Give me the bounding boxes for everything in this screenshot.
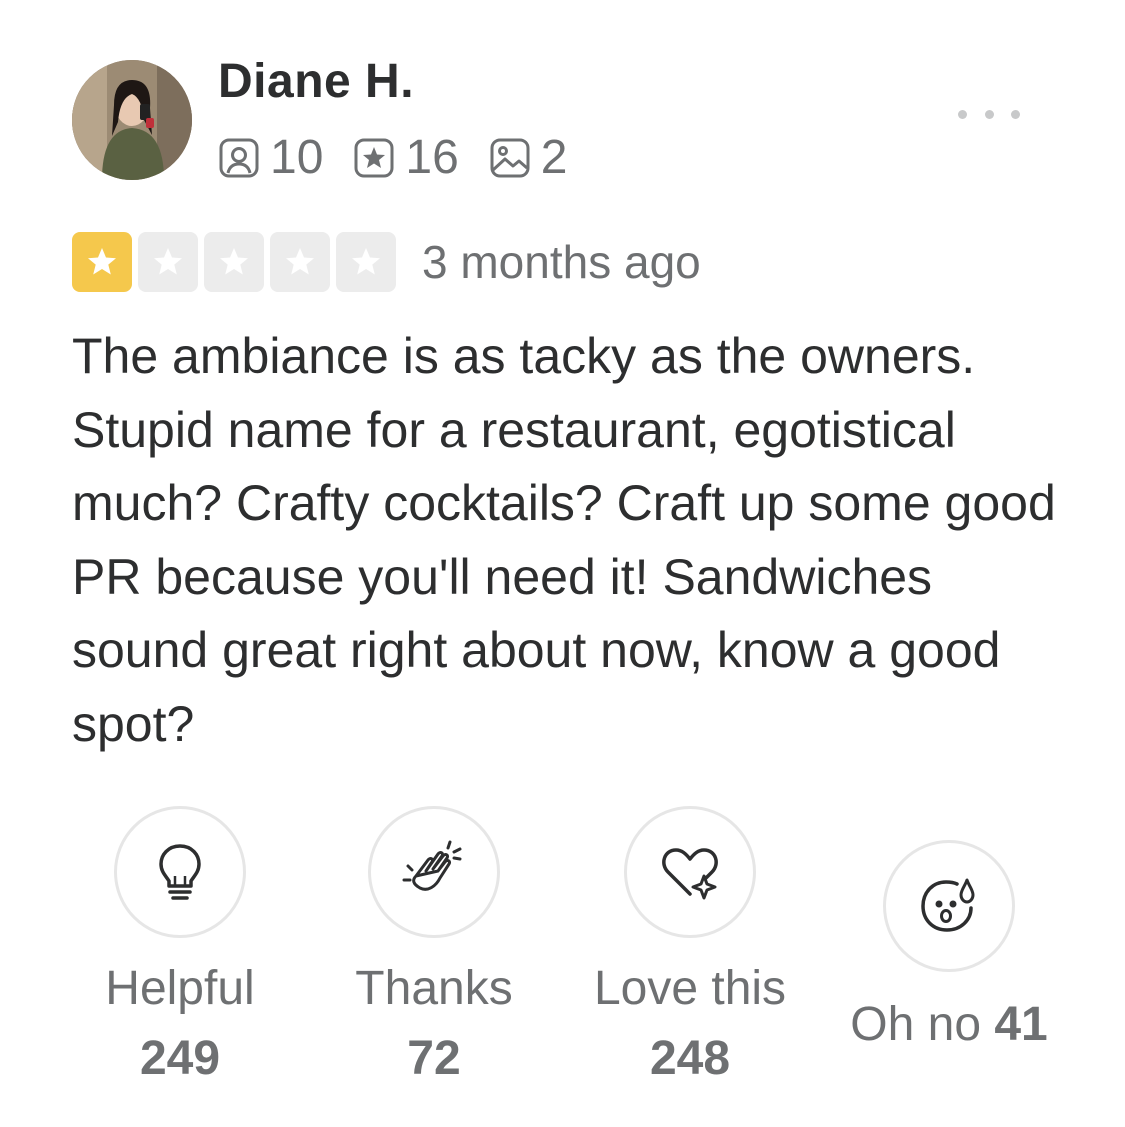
user-stats: 10 16 2	[218, 130, 597, 186]
star-icon	[286, 248, 314, 275]
star-rating-5	[336, 232, 396, 292]
reaction-love-count: 248	[649, 1032, 731, 1085]
rating-row: 3 months ago	[72, 232, 701, 292]
star-rating-1	[72, 232, 132, 292]
photos-stat: 2	[489, 130, 568, 186]
reaction-love-label: Love this 248	[580, 954, 800, 1094]
review-star-icon	[353, 137, 395, 179]
reviews-stat: 16	[353, 130, 459, 186]
lightbulb-icon	[159, 844, 201, 900]
reaction-oh-no-label: Oh no 41	[834, 990, 1064, 1060]
avatar[interactable]	[72, 60, 192, 180]
reaction-love-button[interactable]: Love this 248	[580, 806, 800, 1094]
more-dot-icon	[1011, 109, 1020, 119]
star-rating-4	[270, 232, 330, 292]
star-icon	[220, 248, 248, 275]
review-time: 3 months ago	[422, 236, 701, 288]
reaction-helpful-label: Helpful 249	[70, 954, 290, 1094]
surprised-face-icon	[921, 878, 975, 932]
star-icon	[154, 248, 182, 275]
star-icon	[352, 248, 380, 275]
reaction-thanks-circle[interactable]	[368, 806, 500, 938]
friends-icon	[218, 137, 260, 179]
review-text: The ambiance is as tacky as the owners. …	[72, 328, 1056, 752]
reaction-thanks-text: Thanks	[355, 962, 513, 1015]
reaction-oh-no-text: Oh no	[850, 998, 982, 1051]
reaction-oh-no-circle[interactable]	[883, 840, 1015, 972]
photos-count: 2	[540, 131, 568, 184]
reaction-oh-no-count: 41	[994, 998, 1048, 1051]
friends-count: 10	[270, 131, 324, 184]
star-rating-3	[204, 232, 264, 292]
reaction-helpful-circle[interactable]	[114, 806, 246, 938]
reaction-love-text: Love this	[593, 962, 787, 1015]
reaction-thanks-label: Thanks 72	[324, 954, 544, 1094]
star-rating-2	[138, 232, 198, 292]
reaction-love-circle[interactable]	[624, 806, 756, 938]
user-name[interactable]: Diane H.	[218, 54, 414, 109]
reaction-helpful-button[interactable]: Helpful 249	[70, 806, 290, 1094]
reaction-helpful-text: Helpful	[105, 962, 255, 1015]
more-options-button[interactable]	[954, 96, 1024, 132]
reaction-thanks-count: 72	[407, 1032, 461, 1085]
reaction-oh-no-button[interactable]: Oh no 41	[834, 840, 1064, 1060]
photo-icon	[489, 137, 531, 179]
star-icon	[88, 248, 116, 275]
reaction-helpful-count: 249	[139, 1032, 221, 1085]
avatar-image	[72, 60, 192, 180]
heart-sparkle-icon	[662, 848, 718, 900]
reaction-thanks-button[interactable]: Thanks 72	[324, 806, 544, 1094]
more-dot-icon	[984, 109, 994, 119]
friends-stat: 10	[218, 130, 323, 186]
more-dot-icon	[958, 109, 967, 119]
clapping-hands-icon	[402, 840, 462, 891]
reviews-count: 16	[405, 131, 459, 184]
